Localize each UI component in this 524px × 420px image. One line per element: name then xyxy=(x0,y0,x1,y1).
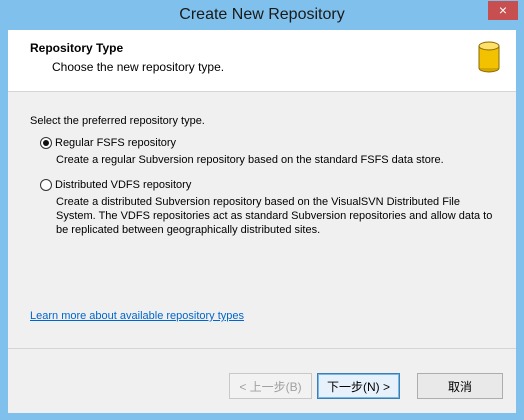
learn-more-link[interactable]: Learn more about available repository ty… xyxy=(30,310,244,322)
page-title: Repository Type xyxy=(30,41,124,55)
wizard-content: Select the preferred repository type. Re… xyxy=(8,92,516,348)
option-label[interactable]: Regular FSFS repository xyxy=(55,137,176,149)
option-label[interactable]: Distributed VDFS repository xyxy=(55,179,191,191)
cancel-button[interactable]: 取消 xyxy=(417,373,503,399)
next-button[interactable]: 下一步(N) > xyxy=(317,373,400,399)
radio-distributed-vdfs[interactable] xyxy=(40,179,52,191)
database-icon xyxy=(478,41,500,73)
option-distributed-vdfs[interactable]: Distributed VDFS repository xyxy=(40,179,191,191)
wizard-footer: < 上一步(B) 下一步(N) > 取消 xyxy=(8,348,516,413)
dialog-window: Create New Repository × Repository Type … xyxy=(0,0,524,420)
option-description: Create a distributed Subversion reposito… xyxy=(56,196,493,236)
back-button[interactable]: < 上一步(B) xyxy=(229,373,312,399)
close-button[interactable]: × xyxy=(488,1,518,20)
radio-regular-fsfs[interactable] xyxy=(40,137,52,149)
selection-prompt: Select the preferred repository type. xyxy=(30,115,205,127)
page-subtitle: Choose the new repository type. xyxy=(52,60,225,74)
option-regular-fsfs[interactable]: Regular FSFS repository xyxy=(40,137,176,149)
title-bar[interactable]: Create New Repository × xyxy=(0,0,524,30)
option-description: Create a regular Subversion repository b… xyxy=(56,154,444,166)
window-title: Create New Repository xyxy=(179,6,345,23)
wizard-header: Repository Type Choose the new repositor… xyxy=(8,30,516,92)
